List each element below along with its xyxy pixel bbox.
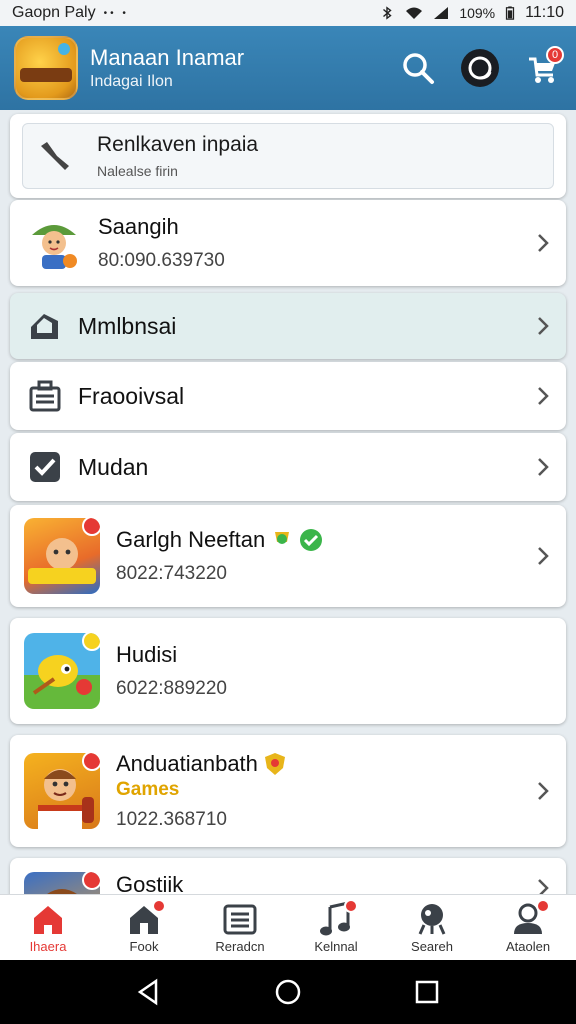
system-nav-bar bbox=[0, 960, 576, 1024]
battery-percent: 109% bbox=[459, 5, 496, 21]
chevron-right-icon bbox=[538, 782, 549, 800]
app-title: Manaan Inamar bbox=[90, 45, 245, 70]
status-dots: •• • bbox=[103, 7, 129, 19]
game-row[interactable]: Hudisi 6022:889220 bbox=[10, 618, 566, 724]
account-button[interactable] bbox=[460, 48, 500, 88]
clock: 11:10 bbox=[525, 4, 564, 21]
chevron-right-icon bbox=[538, 317, 549, 335]
chevron-right-icon bbox=[538, 387, 549, 405]
bottom-nav: Ihaera Fook Reradcn Kelnnal Seareh Ataol… bbox=[0, 894, 576, 960]
chevron-right-icon bbox=[538, 547, 549, 565]
game-name: Gostiik bbox=[116, 872, 184, 894]
game-row[interactable]: Garlgh Neeftan 8022:743220 bbox=[10, 505, 566, 607]
game-row[interactable]: Anduatianbath Games 1022.368710 bbox=[10, 735, 566, 847]
search-icon bbox=[403, 53, 434, 84]
wifi-icon bbox=[406, 7, 423, 19]
app-logo[interactable] bbox=[14, 36, 78, 100]
profile-name: Saangih bbox=[98, 214, 179, 239]
game-tag: Games bbox=[116, 779, 180, 800]
status-bar: Gaopn Paly •• • 109% 11:10 bbox=[0, 0, 576, 26]
profile-row[interactable]: Saangih 80:090.639730 bbox=[10, 200, 566, 286]
nav-item-reradcn[interactable]: Reradcn bbox=[192, 895, 288, 960]
nav-item-fook[interactable]: Fook bbox=[96, 895, 192, 960]
game-icon bbox=[24, 753, 100, 829]
check-icon bbox=[30, 452, 60, 482]
recents-icon[interactable] bbox=[412, 977, 442, 1007]
chevron-right-icon bbox=[538, 458, 549, 476]
nav-label: Kelnnal bbox=[314, 939, 358, 954]
game-icon bbox=[24, 633, 100, 709]
profile-number: 80:090.639730 bbox=[98, 250, 225, 271]
menu-item-1[interactable]: Fraooivsal bbox=[10, 362, 566, 430]
app-subtitle: Indagai Ilon bbox=[90, 73, 173, 90]
search-title: Renlkaven inpaia bbox=[97, 133, 259, 156]
menu-item-0[interactable]: Mmlbnsai bbox=[10, 293, 566, 359]
menu-label-0: Mmlbnsai bbox=[78, 312, 177, 339]
notifications-button[interactable]: 0 bbox=[522, 46, 564, 88]
home-circle-icon[interactable] bbox=[273, 977, 303, 1007]
nav-label: Seareh bbox=[411, 939, 453, 954]
avatar bbox=[32, 225, 77, 269]
content-list[interactable]: Renlkaven inpaia Nalealse firin Saangih … bbox=[0, 110, 576, 894]
nav-label: Ataolen bbox=[505, 939, 551, 954]
game-icon bbox=[24, 518, 100, 594]
game-row[interactable]: Gostiik bbox=[10, 858, 566, 894]
search-button[interactable] bbox=[398, 48, 438, 88]
game-icon bbox=[24, 872, 100, 894]
nav-item-home[interactable]: Ihaera bbox=[0, 895, 96, 960]
search-field[interactable]: Renlkaven inpaia Nalealse firin bbox=[22, 123, 554, 189]
wrench-icon bbox=[41, 142, 69, 170]
nav-label: Fook bbox=[129, 939, 159, 954]
menu-label-1: Fraooivsal bbox=[78, 382, 185, 409]
home-icon bbox=[34, 906, 62, 934]
carrier-label: Gaopn Paly bbox=[12, 4, 96, 21]
game-name: Garlgh Neeftan bbox=[116, 527, 266, 552]
signal-icon bbox=[434, 7, 449, 19]
game-name: Anduatianbath bbox=[116, 751, 258, 776]
nav-item-seareh[interactable]: Seareh bbox=[384, 895, 480, 960]
list-icon bbox=[223, 904, 257, 935]
briefcase-icon bbox=[29, 380, 61, 412]
menu-item-2[interactable]: Mudan bbox=[10, 433, 566, 501]
nav-label: Ihaera bbox=[29, 939, 67, 954]
battery-icon bbox=[506, 6, 515, 20]
notification-badge: 0 bbox=[546, 46, 564, 64]
chevron-right-icon bbox=[538, 234, 549, 252]
chevron-right-icon bbox=[538, 879, 549, 894]
game-number: 1022.368710 bbox=[116, 809, 227, 830]
app-bar: Manaan Inamar Indagai Ilon 0 bbox=[0, 26, 576, 110]
bluetooth-icon bbox=[383, 6, 392, 20]
search-card: Renlkaven inpaia Nalealse firin bbox=[10, 114, 566, 198]
camera-icon bbox=[418, 904, 446, 935]
shield-icon bbox=[264, 753, 285, 775]
account-circle-icon bbox=[461, 49, 499, 87]
nav-label: Reradcn bbox=[215, 939, 265, 954]
game-number: 8022:743220 bbox=[116, 563, 227, 584]
game-name: Hudisi bbox=[116, 642, 178, 667]
nav-item-ataolen[interactable]: Ataolen bbox=[480, 895, 576, 960]
search-hint: Nalealse firin bbox=[97, 163, 178, 179]
menu-label-2: Mudan bbox=[78, 453, 149, 480]
trophy-icon bbox=[275, 532, 290, 544]
tag-icon bbox=[31, 314, 58, 339]
nav-item-kelnnal[interactable]: Kelnnal bbox=[288, 895, 384, 960]
game-number: 6022:889220 bbox=[116, 678, 227, 699]
back-icon[interactable] bbox=[134, 977, 164, 1007]
verified-icon bbox=[300, 529, 323, 551]
